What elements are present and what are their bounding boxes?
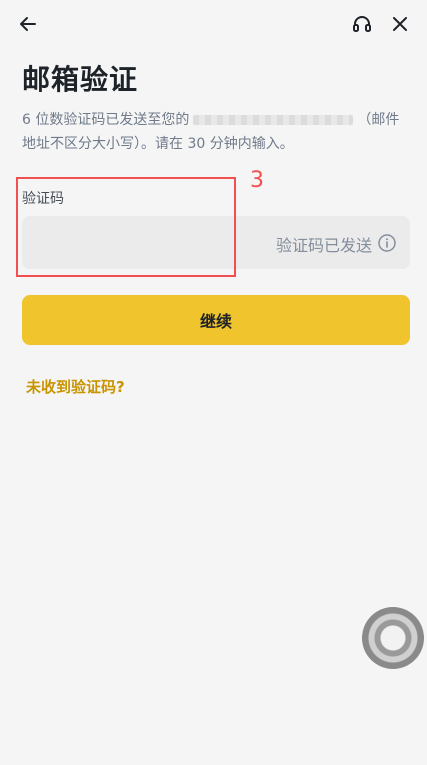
annotation-number: 3: [250, 168, 264, 193]
close-button[interactable]: [386, 10, 414, 38]
resend-code-link[interactable]: 未收到验证码?: [26, 376, 125, 397]
masked-email: [193, 115, 354, 125]
close-icon: [393, 17, 407, 31]
annotation-box: [16, 177, 236, 277]
floating-assistive-button[interactable]: [362, 607, 424, 669]
info-circle-icon[interactable]: [377, 233, 397, 253]
code-sent-status: 验证码已发送: [275, 236, 372, 255]
continue-button[interactable]: 继续: [22, 295, 410, 345]
back-button[interactable]: [14, 10, 42, 38]
support-button[interactable]: [348, 10, 376, 38]
headset-icon: [353, 16, 371, 32]
arrow-left-icon: [20, 17, 36, 31]
description-prefix: 6 位数验证码已发送至您的: [22, 112, 190, 128]
page-description: 6 位数验证码已发送至您的 （邮件地址不区分大小写）。请在 30 分钟内输入。: [22, 108, 412, 156]
top-bar: [0, 0, 427, 48]
page-title: 邮箱验证: [22, 63, 139, 96]
